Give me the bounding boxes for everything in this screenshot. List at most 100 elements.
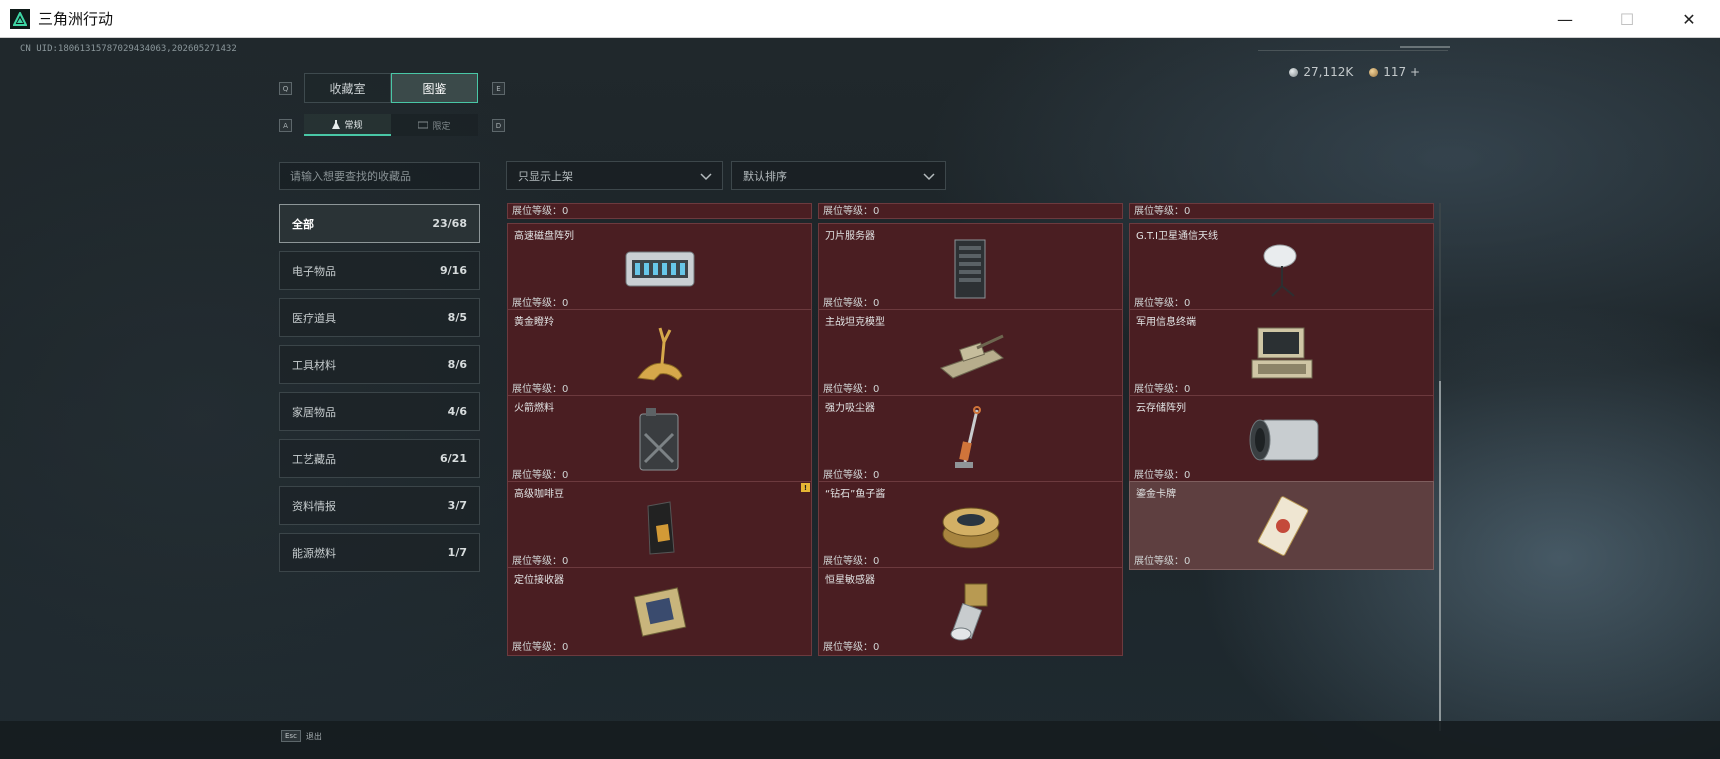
item-name: G.T.I卫星通信天线 [1136, 231, 1218, 242]
item-name: 云存储阵列 [1136, 403, 1186, 414]
item-card[interactable]: G.T.I卫星通信天线 展位等级：0 [1129, 223, 1434, 312]
item-level: 展位等级：0 [823, 470, 880, 481]
currency-silver: 27,112K [1289, 65, 1353, 79]
item-card[interactable]: 黄金瞪羚 展位等级：0 [507, 309, 812, 398]
shelf-filter-value: 只显示上架 [518, 169, 573, 183]
item-card[interactable]: 高级咖啡豆 ! 展位等级：0 [507, 481, 812, 570]
subtab-regular-label: 常规 [344, 120, 363, 131]
grid-scrollbar-thumb[interactable] [1439, 381, 1441, 731]
item-card[interactable]: 强力吸尘器 展位等级：0 [818, 395, 1123, 484]
item-name: 定位接收器 [514, 575, 564, 586]
blade-server-icon [954, 239, 986, 299]
tank-model-icon [939, 334, 1004, 379]
category-all[interactable]: 全部 23/68 [279, 204, 480, 243]
item-level: 展位等级：0 [512, 206, 569, 217]
item-name: 高级咖啡豆 [514, 489, 564, 500]
category-household[interactable]: 家居物品 4/6 [279, 392, 480, 431]
top-divider [1258, 50, 1448, 51]
category-crafts[interactable]: 工艺藏品 6/21 [279, 439, 480, 478]
exit-label: 退出 [305, 731, 322, 741]
category-count: 3/7 [447, 499, 467, 512]
category-intel[interactable]: 资料情报 3/7 [279, 486, 480, 525]
exit-button[interactable]: Esc 退出 [281, 730, 322, 742]
currency-gold[interactable]: 117 + [1369, 65, 1420, 79]
item-card[interactable]: 定位接收器 展位等级：0 [507, 567, 812, 656]
category-count: 6/21 [440, 452, 467, 465]
satellite-antenna-icon [1263, 244, 1297, 297]
subtab-regular[interactable]: 常规 [304, 114, 391, 136]
item-card[interactable]: 主战坦克模型 展位等级：0 [818, 309, 1123, 398]
vacuum-cleaner-icon [955, 406, 981, 468]
item-name: “钻石”鱼子酱 [825, 489, 886, 500]
category-label: 工艺藏品 [292, 452, 336, 466]
item-level: 展位等级：0 [512, 298, 569, 309]
item-card[interactable]: 云存储阵列 展位等级：0 [1129, 395, 1434, 484]
tab-collection-room[interactable]: 收藏室 [304, 73, 391, 103]
item-level: 展位等级：0 [823, 556, 880, 567]
item-card-partial[interactable]: 展位等级：0 [1129, 203, 1434, 219]
currency-silver-value: 27,112K [1303, 65, 1354, 79]
tab-catalog[interactable]: 图鉴 [391, 73, 478, 103]
item-name: 火箭燃料 [514, 403, 554, 414]
bottom-bar: Esc 退出 [0, 721, 1720, 759]
close-button[interactable]: ✕ [1658, 0, 1720, 38]
subtab-limited[interactable]: 限定 [391, 114, 478, 136]
item-level: 展位等级：0 [512, 470, 569, 481]
item-name: 高速磁盘阵列 [514, 231, 574, 242]
disk-array-icon [625, 251, 695, 287]
item-level: 展位等级：0 [1134, 384, 1191, 395]
top-divider-accent [1400, 46, 1450, 48]
item-level: 展位等级：0 [823, 384, 880, 395]
item-level: 展位等级：0 [1134, 470, 1191, 481]
category-electronics[interactable]: 电子物品 9/16 [279, 251, 480, 290]
esc-key-hint: Esc [281, 730, 301, 742]
item-level: 展位等级：0 [1134, 298, 1191, 309]
minimize-button[interactable]: — [1534, 0, 1596, 38]
player-uid: CN UID:18061315787029434063,202605271432 [20, 44, 237, 54]
item-card[interactable]: 鎏金卡牌 展位等级：0 [1129, 481, 1434, 570]
item-card-partial[interactable]: 展位等级：0 [507, 203, 812, 219]
item-card[interactable]: “钻石”鱼子酱 展位等级：0 [818, 481, 1123, 570]
item-name: 刀片服务器 [825, 231, 875, 242]
sub-tabs: 常规 限定 [304, 114, 478, 136]
item-name: 鎏金卡牌 [1136, 489, 1176, 500]
silver-coin-icon [1289, 67, 1299, 77]
category-label: 工具材料 [292, 358, 336, 372]
category-tools[interactable]: 工具材料 8/6 [279, 345, 480, 384]
maximize-button[interactable]: ☐ [1596, 0, 1658, 38]
star-sensor-icon [950, 583, 988, 641]
window-titlebar: 三角洲行动 — ☐ ✕ [0, 0, 1720, 38]
limited-icon [418, 121, 429, 129]
gold-coin-icon [1369, 67, 1379, 77]
category-medical[interactable]: 医疗道具 8/5 [279, 298, 480, 337]
category-count: 1/7 [447, 546, 467, 559]
category-label: 资料情报 [292, 499, 336, 513]
item-level: 展位等级：0 [1134, 556, 1191, 567]
golden-gazelle-icon [637, 327, 683, 381]
item-card[interactable]: 高速磁盘阵列 展位等级：0 [507, 223, 812, 312]
category-count: 9/16 [440, 264, 467, 277]
item-card[interactable]: 刀片服务器 展位等级：0 [818, 223, 1123, 312]
key-hint-e: E [492, 82, 505, 95]
gps-receiver-icon [633, 587, 687, 637]
item-level: 展位等级：0 [512, 642, 569, 653]
fuel-canister-icon [639, 408, 679, 471]
military-terminal-icon [1251, 327, 1313, 379]
item-name: 恒星敏感器 [825, 575, 875, 586]
search-input[interactable]: 请输入想要查找的收藏品 [279, 162, 480, 190]
sort-dropdown[interactable]: 默认排序 [731, 161, 946, 190]
item-card-partial[interactable]: 展位等级：0 [818, 203, 1123, 219]
collection-grid: 展位等级：0 展位等级：0 展位等级：0 高速磁盘阵列 展位等级：0 刀片服务器… [505, 203, 1435, 731]
subtab-limited-label: 限定 [432, 121, 451, 132]
category-energy[interactable]: 能源燃料 1/7 [279, 533, 480, 572]
category-count: 8/5 [447, 311, 467, 324]
caviar-tin-icon [942, 507, 1000, 549]
item-card[interactable]: 恒星敏感器 展位等级：0 [818, 567, 1123, 656]
item-level: 展位等级：0 [823, 642, 880, 653]
new-badge: ! [801, 483, 810, 492]
item-level: 展位等级：0 [1134, 206, 1191, 217]
item-card[interactable]: 火箭燃料 展位等级：0 [507, 395, 812, 484]
item-card[interactable]: 军用信息终端 展位等级：0 [1129, 309, 1434, 398]
shelf-filter-dropdown[interactable]: 只显示上架 [506, 161, 723, 190]
flask-icon [332, 119, 341, 129]
